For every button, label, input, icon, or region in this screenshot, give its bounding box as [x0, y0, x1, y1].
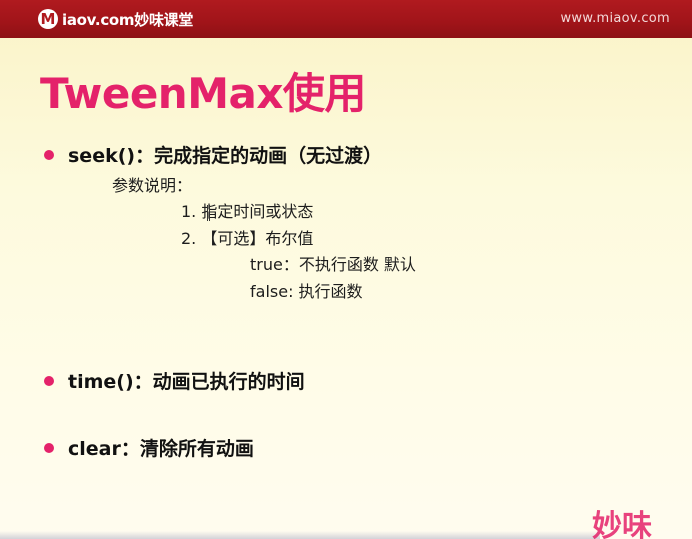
bullet-clear-label: clear：清除所有动画 — [68, 438, 254, 460]
param-sub-false: false: 执行函数 — [250, 282, 363, 301]
text-cursor-icon — [207, 205, 210, 221]
slide-title: TweenMax使用 — [40, 69, 366, 118]
bullet-dot-icon — [44, 375, 54, 386]
param-item-1: 1. 指定时间或状态 — [181, 202, 314, 221]
bullet-dot-icon — [44, 149, 54, 160]
bullet-seek: seek()：完成指定的动画（无过渡） — [44, 141, 382, 168]
param-sub-true: true：不执行函数 默认 — [250, 255, 416, 274]
slide-canvas: M iaov.com妙味课堂 www.miaov.com TweenMax使用 … — [0, 0, 692, 539]
params-heading: 参数说明： — [112, 176, 193, 195]
bullet-dot-icon — [44, 442, 54, 453]
bullet-clear: clear：清除所有动画 — [44, 434, 254, 461]
logo-text: iaov.com妙味课堂 — [62, 10, 194, 29]
bullet-seek-label: seek()：完成指定的动画（无过渡） — [68, 145, 383, 167]
param-item-2: 2. 【可选】布尔值 — [181, 229, 314, 248]
header-bar: M iaov.com妙味课堂 www.miaov.com — [0, 0, 692, 38]
corner-watermark: 妙味 — [592, 509, 652, 539]
logo-m-icon: M — [38, 9, 58, 29]
bottom-strip — [0, 531, 600, 539]
site-url: www.miaov.com — [560, 11, 670, 26]
brand-logo: M iaov.com妙味课堂 — [38, 9, 193, 29]
bullet-time: time()：动画已执行的时间 — [44, 367, 305, 394]
bullet-time-label: time()：动画已执行的时间 — [68, 371, 305, 393]
